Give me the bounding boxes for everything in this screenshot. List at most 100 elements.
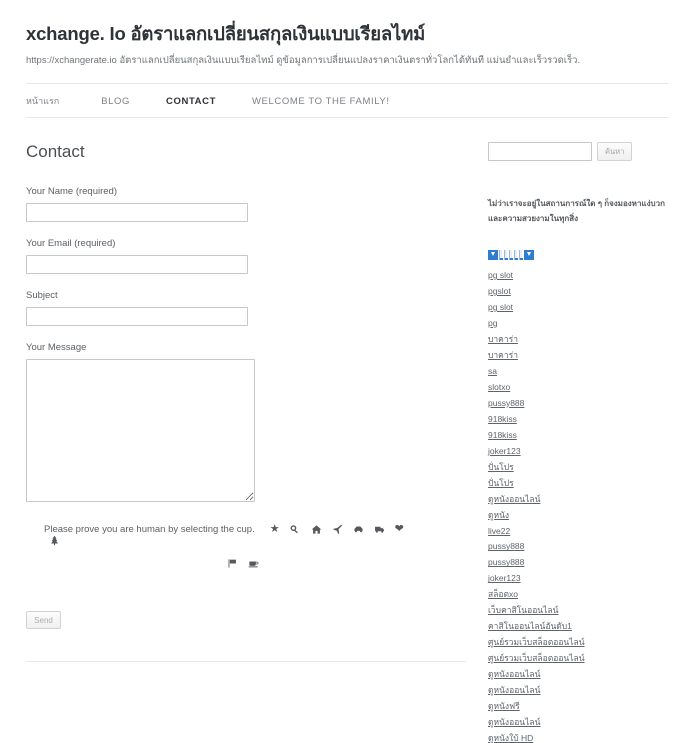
car-icon[interactable] (353, 524, 364, 535)
tree-icon[interactable] (49, 535, 60, 546)
list-item: sa (488, 364, 668, 380)
sidebar-link-17[interactable]: pussy888 (488, 539, 668, 555)
home-icon[interactable] (311, 524, 322, 535)
sidebar-link-8[interactable]: pussy888 (488, 396, 668, 412)
plane-icon[interactable] (332, 524, 343, 535)
sidebar-link-19[interactable]: joker123 (488, 571, 668, 587)
bar-icon (509, 249, 513, 260)
cup-icon[interactable] (248, 558, 259, 569)
download-badge-left-icon[interactable] (488, 249, 498, 260)
sidebar-link-9[interactable]: 918kiss (488, 412, 668, 428)
send-button[interactable]: Send (26, 611, 61, 630)
list-item: ดูหนังใบ้ HD (488, 731, 668, 743)
main-content: Contact Your Name (required) Your Email (… (26, 142, 466, 743)
field-input-1[interactable] (26, 255, 248, 275)
sidebar-link-10[interactable]: 918kiss (488, 428, 668, 444)
star-icon[interactable]: ★ (270, 524, 280, 535)
search-input[interactable] (488, 142, 592, 162)
sidebar-link-18[interactable]: pussy888 (488, 555, 668, 571)
field-label-2: Subject (26, 290, 58, 302)
list-item: 918kiss (488, 412, 668, 428)
list-item: ศูนย์รวมเว็บสล็อตออนไลน์ (488, 651, 668, 667)
sidebar-link-list: pg slot pgslot pg slot pg บาคาร่า บาคาร่า sa sl… (488, 268, 668, 743)
sidebar: ค้นหา ไม่ว่าเราจะอยู่ในสถานการณ์ใด ๆ ก็จ… (488, 142, 668, 743)
key-icon[interactable] (290, 524, 301, 535)
sidebar-link-22[interactable]: คาสิโนออนไลน์อันดับ1 (488, 619, 668, 635)
list-item: ดูหนังฟรี (488, 699, 668, 715)
sidebar-link-20[interactable]: สล็อตxo (488, 587, 668, 603)
list-item: pg slot (488, 300, 668, 316)
list-item: ดูหนัง (488, 508, 668, 524)
sidebar-link-6[interactable]: sa (488, 364, 668, 380)
flag-icon[interactable] (227, 558, 238, 569)
contact-heading: Contact (26, 142, 85, 162)
sidebar-link-26[interactable]: ดูหนังออนไลน์ (488, 683, 668, 699)
sidebar-link-11[interactable]: joker123 (488, 444, 668, 460)
sidebar-description: ไม่ว่าเราจะอยู่ในสถานการณ์ใด ๆ ก็จงมองหา… (488, 199, 665, 224)
content-wrapper: Contact Your Name (required) Your Email (… (0, 142, 694, 743)
list-item: ดูหนังออนไลน์ (488, 667, 668, 683)
truck-icon[interactable] (374, 524, 385, 535)
list-item: ดูหนังออนไลน์ (488, 492, 668, 508)
nav-item-3[interactable]: WELCOME TO THE FAMILY! (252, 96, 390, 107)
captcha-row-1: Please prove you are human by selecting … (44, 524, 426, 546)
field-group-1: Your Email (required) (26, 238, 466, 275)
field-input-0[interactable] (26, 203, 248, 223)
site-description: https://xchangerate.io อัตราแลกเปลี่ยนสก… (26, 55, 581, 67)
list-item: pgslot (488, 284, 668, 300)
sidebar-link-13[interactable]: ปั่นโปร (488, 476, 668, 492)
list-item: ดูหนังออนไลน์ (488, 683, 668, 699)
list-item: pussy888 (488, 539, 668, 555)
bar-icon (504, 249, 508, 260)
sidebar-link-23[interactable]: ศูนย์รวมเว็บสล็อตออนไลน์ (488, 635, 668, 651)
list-item: ศูนย์รวมเว็บสล็อตออนไลน์ (488, 635, 668, 651)
contact-form: Your Name (required) Your Email (required… (26, 186, 466, 503)
search-button[interactable]: ค้นหา (597, 142, 633, 162)
sidebar-link-2[interactable]: pg slot (488, 300, 668, 316)
sidebar-link-0[interactable]: pg slot (488, 268, 668, 284)
sidebar-link-28[interactable]: ดูหนังออนไลน์ (488, 715, 668, 731)
bar-icon (519, 249, 523, 260)
list-item: บาคาร่า (488, 332, 668, 348)
nav-item-2[interactable]: CONTACT (166, 96, 216, 107)
heart-icon[interactable]: ❤ (395, 524, 404, 535)
sidebar-link-7[interactable]: slotxo (488, 380, 668, 396)
field-group-3: Your Message (26, 342, 466, 503)
sidebar-link-4[interactable]: บาคาร่า (488, 332, 668, 348)
search-widget: ค้นหา (488, 142, 668, 162)
list-item: pussy888 (488, 396, 668, 412)
sidebar-link-1[interactable]: pgslot (488, 284, 668, 300)
captcha-row-2 (44, 558, 426, 569)
field-input-3[interactable] (26, 359, 255, 503)
page-title: xchange. Io อัตราแลกเปลี่ยนสกุลเงินแบบเร… (26, 23, 426, 44)
field-label-3: Your Message (26, 342, 87, 354)
sidebar-link-14[interactable]: ดูหนังออนไลน์ (488, 492, 668, 508)
sidebar-link-25[interactable]: ดูหนังออนไลน์ (488, 667, 668, 683)
list-item: 918kiss (488, 428, 668, 444)
sidebar-link-15[interactable]: ดูหนัง (488, 508, 668, 524)
list-item: คาสิโนออนไลน์อันดับ1 (488, 619, 668, 635)
badge-row (488, 249, 668, 260)
field-label-1: Your Email (required) (26, 238, 116, 250)
sidebar-link-24[interactable]: ศูนย์รวมเว็บสล็อตออนไลน์ (488, 651, 668, 667)
sidebar-link-21[interactable]: เว็บคาสิโนออนไลน์ (488, 603, 668, 619)
nav-item-0[interactable]: หน้าแรก (26, 94, 59, 108)
field-input-2[interactable] (26, 307, 248, 327)
sidebar-link-3[interactable]: pg (488, 316, 668, 332)
content-bottom-divider (26, 661, 466, 663)
sidebar-link-16[interactable]: live22 (488, 524, 668, 540)
sidebar-link-12[interactable]: ปั่นโปร (488, 460, 668, 476)
list-item: pussy888 (488, 555, 668, 571)
sidebar-link-5[interactable]: บาคาร่า (488, 348, 668, 364)
bar-icon (499, 249, 503, 260)
list-item: ปั่นโปร (488, 460, 668, 476)
list-item: joker123 (488, 444, 668, 460)
captcha-block: Please prove you are human by selecting … (26, 524, 426, 569)
sidebar-link-29[interactable]: ดูหนังใบ้ HD (488, 731, 668, 743)
list-item: joker123 (488, 571, 668, 587)
nav-item-1[interactable]: BLOG (101, 96, 130, 107)
sidebar-link-27[interactable]: ดูหนังฟรี (488, 699, 668, 715)
field-group-0: Your Name (required) (26, 186, 466, 223)
list-item: สล็อตxo (488, 587, 668, 603)
download-badge-right-icon[interactable] (524, 249, 534, 260)
